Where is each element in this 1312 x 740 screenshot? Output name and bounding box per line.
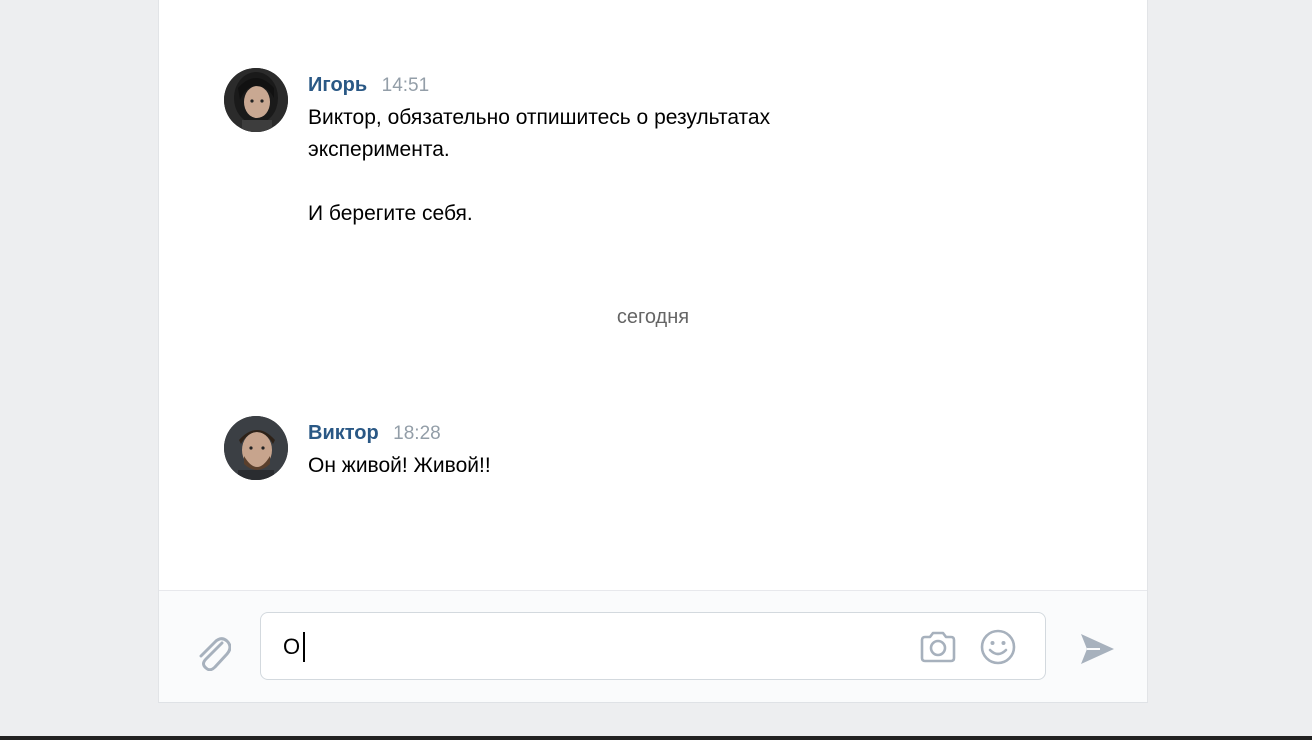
author-name[interactable]: Виктор <box>308 422 379 444</box>
date-divider: сегодня <box>616 306 690 328</box>
message-body: Игорь 14:51 Виктор, обязательно отпишите… <box>308 68 908 230</box>
window-bottom-edge <box>0 736 1312 740</box>
camera-icon <box>920 631 956 663</box>
send-button[interactable] <box>1075 627 1119 671</box>
emoji-button[interactable] <box>977 626 1019 668</box>
message-header: Виктор 18:28 <box>308 416 908 450</box>
message-body: Виктор 18:28 Он живой! Живой!! <box>308 416 908 482</box>
messenger-page: Игорь 14:51 Виктор, обязательно отпишите… <box>0 0 1312 740</box>
message-history[interactable]: Игорь 14:51 Виктор, обязательно отпишите… <box>159 0 1147 590</box>
message-text: Виктор, обязательно отпишитесь о результ… <box>308 106 771 225</box>
avatar[interactable] <box>224 416 288 480</box>
message-time[interactable]: 18:28 <box>393 423 441 444</box>
message-item: Виктор 18:28 Он живой! Живой!! <box>224 416 924 486</box>
message-header: Игорь 14:51 <box>308 68 908 102</box>
message-item: Игорь 14:51 Виктор, обязательно отпишите… <box>224 68 924 238</box>
paperclip-icon <box>199 637 231 671</box>
author-name[interactable]: Игорь <box>308 74 367 96</box>
smiley-icon <box>980 629 1016 665</box>
message-text: Он живой! Живой!! <box>308 454 491 477</box>
message-input-box <box>260 612 1046 680</box>
message-composer <box>159 590 1147 702</box>
attach-button[interactable] <box>191 629 233 671</box>
user-avatar-igor-icon <box>224 68 288 132</box>
send-arrow-icon <box>1081 634 1114 664</box>
message-input[interactable] <box>283 630 903 664</box>
user-avatar-viktor-icon <box>224 416 288 480</box>
message-time[interactable]: 14:51 <box>382 75 430 96</box>
chat-panel: Игорь 14:51 Виктор, обязательно отпишите… <box>158 0 1148 703</box>
camera-button[interactable] <box>917 628 959 666</box>
avatar[interactable] <box>224 68 288 132</box>
text-caret <box>303 632 305 662</box>
